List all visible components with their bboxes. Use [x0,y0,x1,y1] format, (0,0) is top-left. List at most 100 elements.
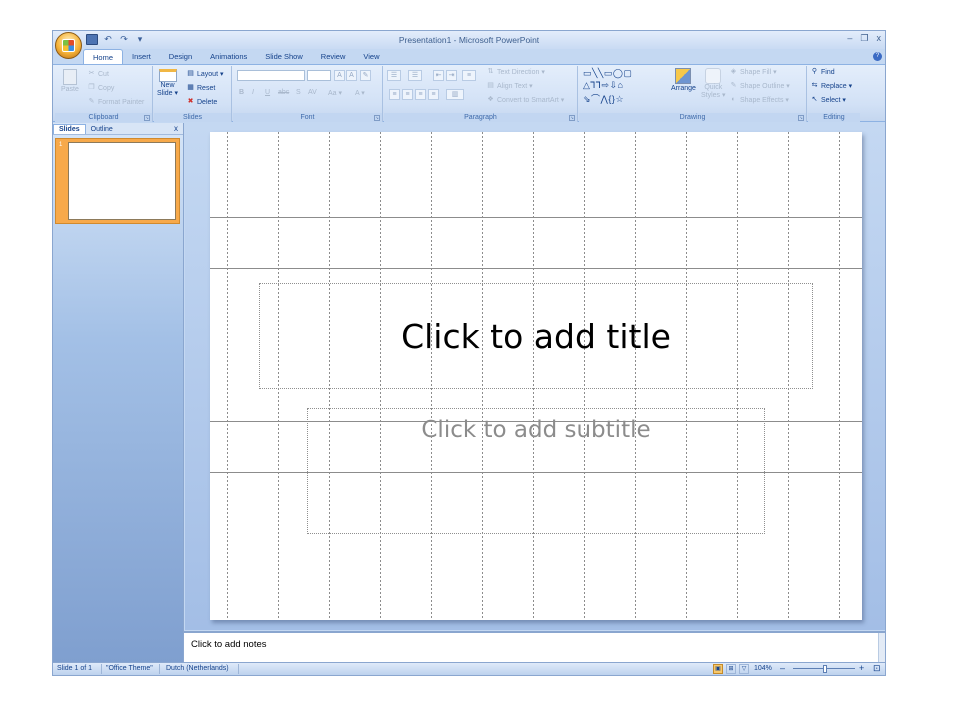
select-button[interactable]: ↖ Select ▾ [810,96,846,104]
shape-effects-button[interactable]: ◐ Shape Effects ▾ [729,96,789,104]
bullets-icon[interactable]: ☰ [387,70,401,81]
slide-show-icon[interactable]: ▽ [739,664,749,674]
drawing-group-label: Drawing [579,113,806,122]
delete-button[interactable]: ✖ Delete [186,98,218,106]
status-separator [238,664,239,674]
shapes-gallery-row-2[interactable]: △ ⅂ ⅂ ⇨ ⇩ ⌂ [583,80,623,91]
align-center-icon[interactable]: ≡ [402,89,413,100]
shape-outline-button[interactable]: ✎ Shape Outline ▾ [729,82,790,90]
font-name-combo[interactable] [237,70,305,81]
paste-button[interactable]: Paste [61,69,79,93]
font-color-button[interactable]: A ▾ [355,89,365,97]
zoom-slider-thumb[interactable] [823,665,827,673]
align-text-label: Align Text ▾ [497,83,533,90]
find-button[interactable]: ⚲ Find [810,68,835,76]
ribbon-tabs: Home Insert Design Animations Slide Show… [83,49,389,64]
tab-review[interactable]: Review [312,49,355,64]
shape-effects-label: Shape Effects ▾ [740,97,789,104]
replace-icon: ⇆ [811,82,818,89]
drawing-group: ▭ ╲ ╲ ▭ ◯ ▢ △ ⅂ ⅂ ⇨ ⇩ ⌂ ⇘ ⌒ ⋀ { } ☆ Arra… [579,66,807,122]
grow-font-button[interactable]: A [334,70,345,81]
slide-canvas[interactable]: Click to add title Click to add subtitle [210,132,862,620]
subtitle-placeholder[interactable]: Click to add subtitle [307,408,765,534]
tab-home[interactable]: Home [83,49,124,64]
tab-animations[interactable]: Animations [201,49,256,64]
decrease-indent-icon[interactable]: ⇤ [433,70,444,81]
slide-thumbnail-selected[interactable]: 1 [55,138,180,224]
replace-label: Replace ▾ [821,83,853,90]
copy-button[interactable]: ❐ Copy [87,84,114,92]
align-left-icon[interactable]: ≡ [389,89,400,100]
convert-smartart-button[interactable]: ❖ Convert to SmartArt ▾ [486,96,564,104]
subtitle-placeholder-text: Click to add subtitle [421,417,651,443]
minimize-button[interactable]: – [847,33,852,44]
tab-slides[interactable]: Slides [53,124,86,134]
drawing-launcher-icon[interactable]: ↘ [798,115,804,121]
tab-outline[interactable]: Outline [86,125,118,134]
restore-button[interactable]: ❐ [860,33,868,44]
window-controls: – ❐ x [847,33,881,44]
text-direction-button[interactable]: ⇅ Text Direction ▾ [486,68,545,76]
cursor-icon: ↖ [811,96,818,103]
format-painter-button[interactable]: ✎ Format Painter [87,98,145,106]
notes-scrollbar[interactable] [878,633,885,663]
numbering-icon[interactable]: ☰ [408,70,422,81]
align-text-button[interactable]: ▤ Align Text ▾ [486,82,533,90]
new-slide-button[interactable]: New Slide ▾ [157,69,178,97]
arrange-button[interactable]: Arrange [671,68,696,92]
language-indicator[interactable]: Dutch (Netherlands) [166,665,229,672]
close-button[interactable]: x [877,33,882,44]
paragraph-launcher-icon[interactable]: ↘ [569,115,575,121]
shape-fill-button[interactable]: ◈ Shape Fill ▾ [729,68,777,76]
pane-close-icon[interactable]: x [174,124,178,133]
clipboard-icon [62,69,77,85]
shape-fill-label: Shape Fill ▾ [740,69,777,76]
strikethrough-button[interactable]: abc [278,89,289,96]
reset-button[interactable]: ▦ Reset [186,84,215,92]
change-case-button[interactable]: Aa ▾ [328,89,342,97]
zoom-in-icon[interactable]: + [859,663,864,673]
office-logo-icon [62,39,75,52]
cut-button[interactable]: ✂ Cut [87,70,109,78]
text-direction-label: Text Direction ▾ [497,69,545,76]
slide-sorter-icon[interactable]: ⊞ [726,664,736,674]
shrink-font-button[interactable]: A [346,70,357,81]
clipboard-launcher-icon[interactable]: ↘ [144,115,150,121]
font-launcher-icon[interactable]: ↘ [374,115,380,121]
status-separator [159,664,160,674]
tab-design[interactable]: Design [160,49,201,64]
fit-to-window-icon[interactable]: ⊡ [873,663,881,674]
text-shadow-button[interactable]: S [296,89,301,96]
office-button[interactable] [55,32,82,59]
increase-indent-icon[interactable]: ⇥ [446,70,457,81]
line-spacing-icon[interactable]: ≡ [462,70,476,81]
slide-thumbnail[interactable] [68,142,176,220]
character-spacing-button[interactable]: AV [308,89,317,96]
quick-styles-button[interactable]: Quick Styles ▾ [701,68,726,99]
tab-view[interactable]: View [354,49,388,64]
slides-group-label: Slides [154,113,231,122]
font-size-combo[interactable] [307,70,331,81]
zoom-level[interactable]: 104% [754,665,772,672]
bold-button[interactable]: B [239,89,244,96]
slides-pane: Slides Outline x 1 [53,123,184,663]
align-right-icon[interactable]: ≡ [415,89,426,100]
zoom-out-icon[interactable]: – [780,663,785,673]
shapes-gallery-row-1[interactable]: ▭ ╲ ╲ ▭ ◯ ▢ [583,68,632,79]
shapes-gallery-row-3[interactable]: ⇘ ⌒ ⋀ { } ☆ [583,92,624,105]
normal-view-icon[interactable]: ▣ [713,664,723,674]
title-placeholder[interactable]: Click to add title [259,283,813,389]
tab-slide-show[interactable]: Slide Show [256,49,312,64]
italic-button[interactable]: I [252,89,254,96]
replace-button[interactable]: ⇆ Replace ▾ [810,82,853,90]
help-icon[interactable]: ? [873,52,882,61]
underline-button[interactable]: U [265,89,270,96]
theme-name: "Office Theme" [106,665,153,672]
clear-formatting-button[interactable]: ✎ [360,70,371,81]
tab-insert[interactable]: Insert [123,49,160,64]
justify-icon[interactable]: ≡ [428,89,439,100]
font-group: A A ✎ B I U abc S AV Aa ▾ A ▾ Font ↘ [233,66,383,122]
notes-pane[interactable]: Click to add notes [184,631,885,663]
columns-icon[interactable]: ▥ [446,89,464,100]
layout-button[interactable]: ▤ Layout ▾ [186,70,223,78]
